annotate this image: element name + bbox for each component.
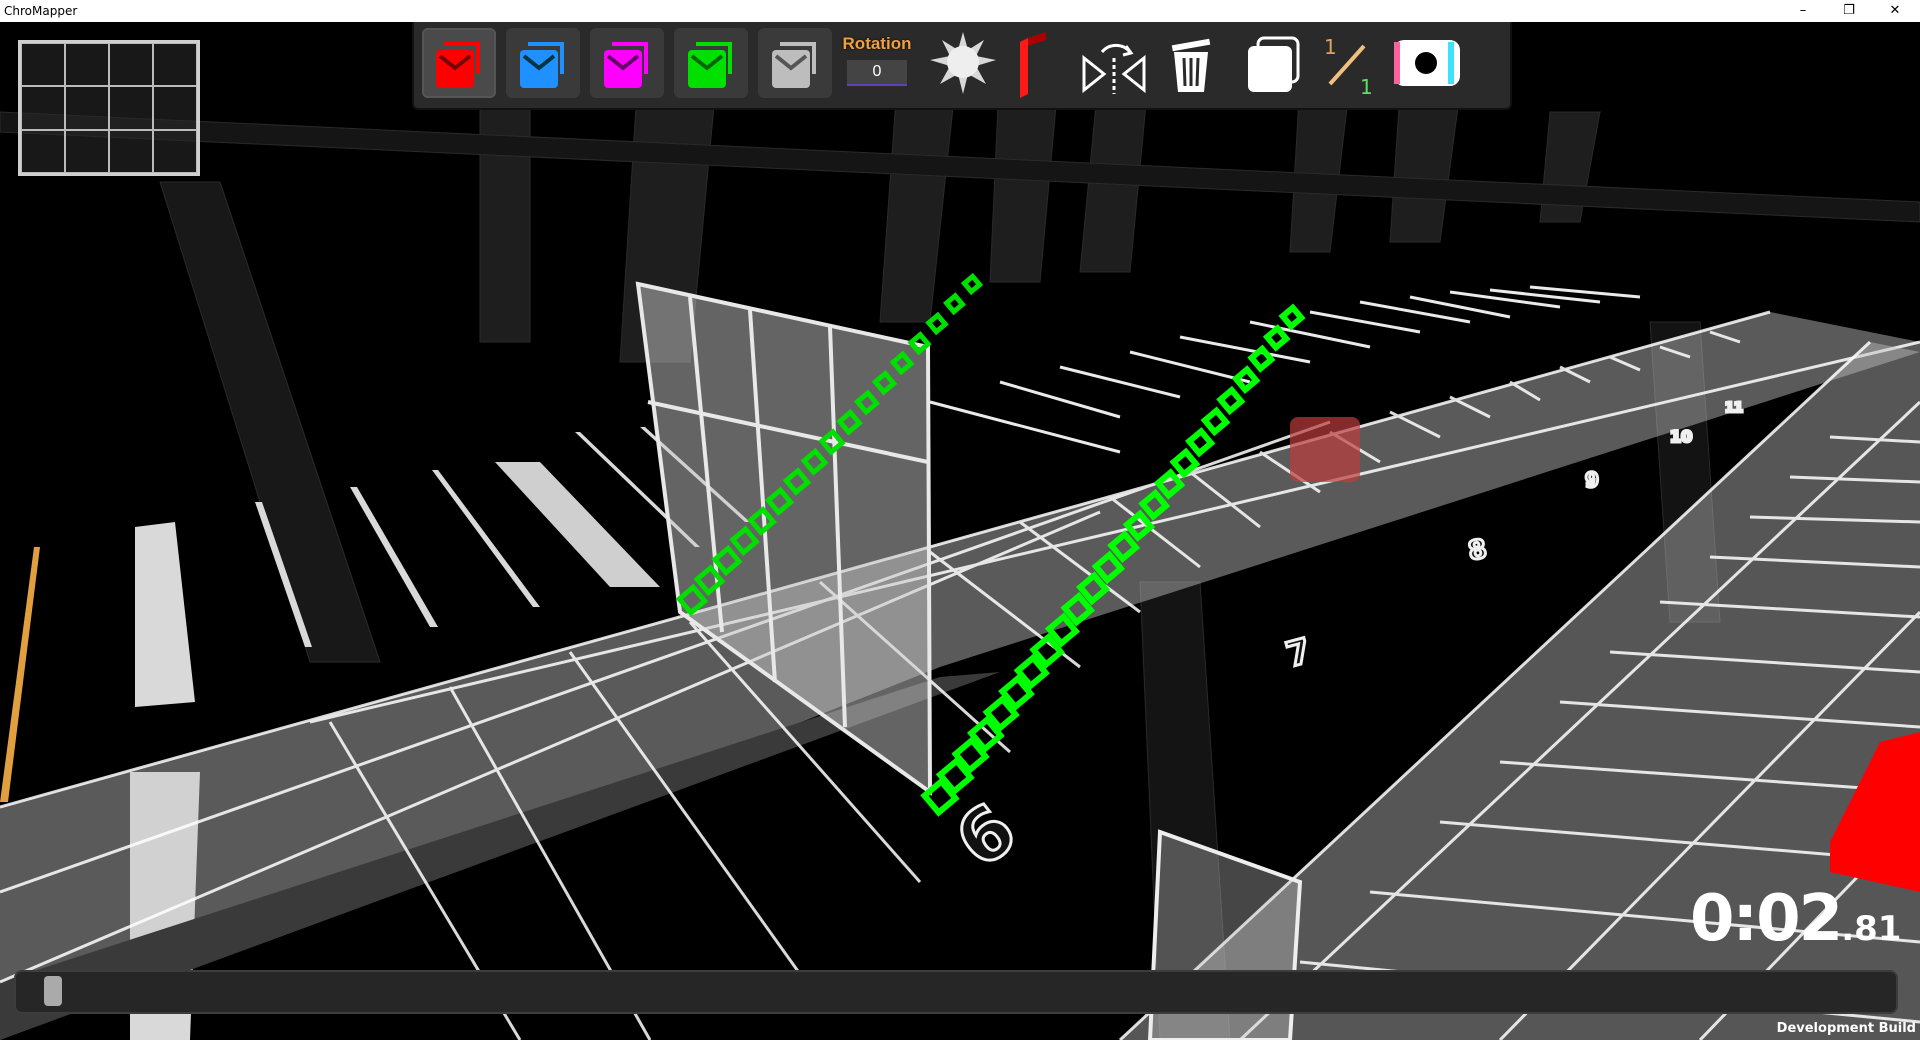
fraction-denominator: 1 [1360, 75, 1373, 98]
blue-note-tool[interactable] [506, 28, 580, 98]
chroma-icon [1394, 40, 1460, 86]
gray-note-tool[interactable] [758, 28, 832, 98]
chain-link[interactable] [943, 292, 966, 316]
chain-link[interactable] [1278, 303, 1306, 331]
red-note-icon [436, 42, 480, 88]
rotation-control[interactable]: Rotation 0 [840, 30, 914, 94]
development-build-label: Development Build [1776, 1021, 1916, 1036]
delete-tool[interactable] [1154, 28, 1228, 98]
beat-number: 7 [1282, 631, 1315, 676]
chain-link[interactable] [1262, 324, 1291, 352]
beat-number: 10 [1670, 427, 1692, 446]
beat-number: 11 [1725, 401, 1743, 416]
mirror-icon [1082, 43, 1146, 94]
distant-note[interactable] [1290, 417, 1360, 482]
editor-viewport[interactable]: 6 7 8 9 10 11 Rotation 0 1 1 0:02.81 Dev… [0, 22, 1920, 1040]
chain-link[interactable] [1247, 344, 1276, 373]
wall-icon [1020, 32, 1046, 98]
fraction-numerator: 1 [1324, 35, 1337, 59]
fraction-icon: 1 1 [1324, 35, 1373, 99]
scrubber-handle[interactable] [44, 976, 62, 1006]
precision-fraction-tool[interactable]: 1 1 [1312, 28, 1386, 99]
gray-note-icon [772, 42, 816, 88]
rotation-value-input[interactable]: 0 [847, 60, 907, 86]
trash-icon [1171, 38, 1211, 92]
precision-placement-tool[interactable] [1234, 28, 1308, 98]
mapping-toolbar: Rotation 0 1 1 [412, 22, 1512, 110]
chain-link[interactable] [1185, 427, 1216, 458]
rotation-label: Rotation [842, 34, 912, 53]
chain-link[interactable] [925, 311, 949, 336]
minimize-button[interactable]: – [1780, 0, 1826, 22]
magenta-note-tool[interactable] [590, 28, 664, 98]
square-icon [1248, 36, 1300, 92]
beat-number: 9 [1585, 468, 1599, 492]
beat-number: 8 [1466, 534, 1489, 567]
restore-button[interactable]: ❐ [1826, 0, 1872, 22]
lane-minimap[interactable] [18, 40, 200, 176]
bomb-icon [930, 32, 996, 94]
green-note-icon [688, 42, 732, 88]
window-title: ChroMapper [4, 4, 78, 18]
chain-link[interactable] [960, 272, 984, 296]
wall-tool[interactable] [1006, 28, 1080, 98]
close-button[interactable]: ✕ [1872, 0, 1918, 22]
mirror-tool[interactable] [1074, 28, 1148, 98]
chain-link[interactable] [1216, 385, 1246, 416]
timer-main: 0:02 [1690, 882, 1843, 956]
chain-link[interactable] [1200, 406, 1231, 437]
blue-note-icon [520, 42, 564, 88]
magenta-note-icon [604, 42, 648, 88]
timeline-scrubber[interactable] [14, 970, 1898, 1014]
bomb-tool[interactable] [926, 28, 1000, 98]
song-timer: 0:02.81 [1690, 882, 1901, 956]
chroma-color-tool[interactable] [1386, 28, 1460, 98]
title-bar: ChroMapper – ❐ ✕ [0, 0, 1920, 22]
green-note-tool[interactable] [674, 28, 748, 98]
timer-fraction: .81 [1841, 909, 1902, 949]
red-note-tool[interactable] [422, 28, 496, 98]
3d-scene: 6 7 8 9 10 11 [0, 41, 1920, 1040]
